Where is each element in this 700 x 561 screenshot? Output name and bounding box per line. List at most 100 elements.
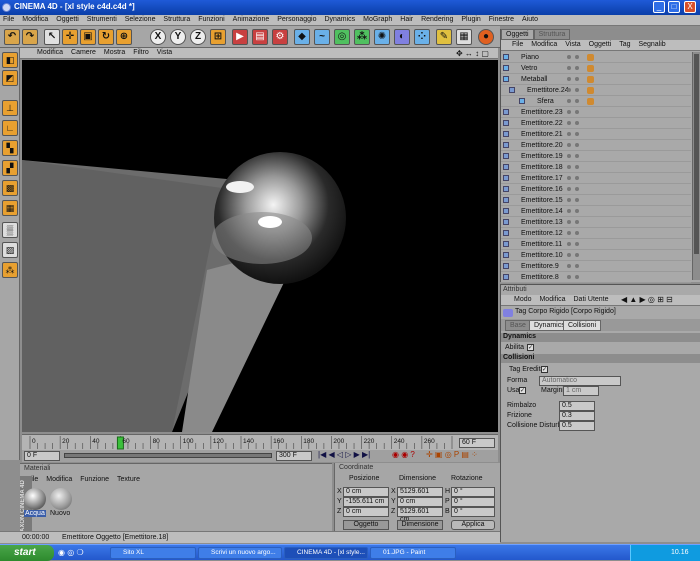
material-acqua-preview[interactable] bbox=[24, 488, 46, 510]
end-frame-field[interactable]: 300 F bbox=[276, 451, 312, 461]
obj-menu-vista[interactable]: Vista bbox=[562, 40, 583, 49]
sculpt-icon[interactable]: ⁂ bbox=[2, 262, 18, 278]
scene-icon[interactable]: ⁘ bbox=[414, 29, 430, 45]
render-dot[interactable] bbox=[575, 264, 579, 268]
render-dot[interactable] bbox=[575, 275, 579, 279]
vp-menu-vista[interactable]: Vista bbox=[154, 48, 175, 57]
apply-button[interactable]: Applica bbox=[451, 520, 495, 530]
z-axis-icon[interactable]: Z bbox=[190, 29, 206, 45]
pos-x-field[interactable]: 0 cm bbox=[343, 487, 389, 497]
rot-b-field[interactable]: 0 ° bbox=[451, 507, 495, 517]
scale-icon[interactable]: ▣ bbox=[80, 29, 96, 45]
close-button[interactable]: X bbox=[684, 1, 696, 13]
deformer-icon[interactable]: ◐ bbox=[394, 29, 410, 45]
object-row[interactable]: Emettitore.24 bbox=[501, 85, 691, 96]
move-icon[interactable]: ✛ bbox=[62, 29, 78, 45]
visibility-dot[interactable] bbox=[567, 231, 571, 235]
visibility-dot[interactable] bbox=[567, 198, 571, 202]
render-dot[interactable] bbox=[575, 99, 579, 103]
render-dot[interactable] bbox=[575, 165, 579, 169]
visibility-dot[interactable] bbox=[567, 242, 571, 246]
key-tools-icon[interactable]: ✛ ▣ ◎ P ▤ ⁘ bbox=[426, 450, 478, 459]
particle-icon[interactable]: ✺ bbox=[374, 29, 390, 45]
render-dot[interactable] bbox=[575, 187, 579, 191]
rot-h-field[interactable]: 0 ° bbox=[451, 487, 495, 497]
object-row[interactable]: Piano bbox=[501, 52, 691, 63]
tag-eredita-checkbox[interactable]: ✓ bbox=[541, 366, 548, 373]
material-nuovo-preview[interactable] bbox=[50, 488, 72, 510]
menu-struttura[interactable]: Struttura bbox=[160, 15, 193, 24]
obj-menu-segnalib[interactable]: Segnalib bbox=[635, 40, 668, 49]
menu-file[interactable]: File bbox=[0, 15, 17, 24]
visibility-dot[interactable] bbox=[567, 99, 571, 103]
menu-rendering[interactable]: Rendering bbox=[418, 15, 456, 24]
edges-mode-icon[interactable]: ▞ bbox=[2, 160, 18, 176]
viewport-nav-icon[interactable]: ✥ ↔ ↕ ▢ bbox=[456, 49, 489, 58]
light-icon[interactable]: ✎ bbox=[436, 29, 452, 45]
render-picture-icon[interactable]: ▤ bbox=[252, 29, 268, 45]
render-settings-icon[interactable]: ⚙ bbox=[272, 29, 288, 45]
menu-plugin[interactable]: Plugin bbox=[458, 15, 483, 24]
visibility-dot[interactable] bbox=[567, 55, 571, 59]
visibility-dot[interactable] bbox=[567, 176, 571, 180]
menu-hair[interactable]: Hair bbox=[397, 15, 416, 24]
task-paint[interactable]: 01.JPG - Paint bbox=[370, 547, 456, 559]
mat-menu-texture[interactable]: Texture bbox=[114, 475, 143, 484]
points-mode-icon[interactable]: ▚ bbox=[2, 140, 18, 156]
tweak-icon[interactable]: ▨ bbox=[2, 242, 18, 258]
object-row[interactable]: Emettitore.10 bbox=[501, 250, 691, 261]
render-dot[interactable] bbox=[575, 220, 579, 224]
attr-menu-modo[interactable]: Modo bbox=[511, 295, 535, 304]
object-row[interactable]: Emettitore.8 bbox=[501, 272, 691, 283]
render-dot[interactable] bbox=[575, 209, 579, 213]
object-mode-icon[interactable]: ◩ bbox=[2, 70, 18, 86]
vp-menu-modifica[interactable]: Modifica bbox=[34, 48, 66, 57]
obj-menu-file[interactable]: File bbox=[509, 40, 526, 49]
texture-mode-icon[interactable]: ∟ bbox=[2, 120, 18, 136]
attr-menu-modifica[interactable]: Modifica bbox=[536, 295, 568, 304]
visibility-dot[interactable] bbox=[567, 264, 571, 268]
mode-select[interactable]: Oggetto bbox=[343, 520, 389, 530]
mat-menu-funzione[interactable]: Funzione bbox=[77, 475, 112, 484]
abilita-checkbox[interactable]: ✓ bbox=[527, 344, 534, 351]
object-row[interactable]: Emettitore.15 bbox=[501, 195, 691, 206]
object-row[interactable]: Emettitore.20 bbox=[501, 140, 691, 151]
x-axis-icon[interactable]: X bbox=[150, 29, 166, 45]
menu-modifica[interactable]: Modifica bbox=[19, 15, 51, 24]
record-icon[interactable]: ● bbox=[478, 29, 494, 45]
3d-viewport[interactable] bbox=[22, 60, 498, 432]
visibility-dot[interactable] bbox=[567, 77, 571, 81]
task-cinema4d[interactable]: CINEMA 4D - [xl style... bbox=[284, 547, 368, 559]
object-row[interactable]: Emettitore.22 bbox=[501, 118, 691, 129]
objects-scrollbar[interactable] bbox=[692, 52, 700, 280]
visibility-dot[interactable] bbox=[567, 154, 571, 158]
collisione-disturbo-field[interactable]: 0.5 bbox=[559, 421, 595, 431]
margini-field[interactable]: 1 cm bbox=[563, 386, 599, 396]
material-nuovo-label[interactable]: Nuovo bbox=[50, 510, 70, 517]
object-row[interactable]: Emettitore.9 bbox=[501, 261, 691, 272]
menu-oggetti[interactable]: Oggetti bbox=[53, 15, 82, 24]
object-row[interactable]: Vetro bbox=[501, 63, 691, 74]
playback-controls-icon[interactable]: |◀ ◀ ◁ ▷ ▶ ▶| bbox=[318, 450, 370, 459]
quicklaunch-icons[interactable]: ◉ ◎ ❍ bbox=[58, 548, 84, 557]
render-dot[interactable] bbox=[575, 154, 579, 158]
redo-icon[interactable]: ↷ bbox=[22, 29, 38, 45]
menu-selezione[interactable]: Selezione bbox=[122, 15, 159, 24]
object-tag-icon[interactable] bbox=[587, 54, 594, 61]
maximize-button[interactable]: □ bbox=[668, 1, 680, 13]
visibility-dot[interactable] bbox=[567, 66, 571, 70]
object-row[interactable]: Emettitore.13 bbox=[501, 217, 691, 228]
camera-icon[interactable]: ▦ bbox=[456, 29, 472, 45]
attr-nav-icon[interactable]: ◀ ▲ ▶ ◎ ⊞ ⊟ bbox=[621, 295, 673, 304]
vp-menu-mostra[interactable]: Mostra bbox=[101, 48, 128, 57]
render-dot[interactable] bbox=[575, 66, 579, 70]
start-button[interactable]: start bbox=[0, 545, 54, 561]
spline-icon[interactable]: ~ bbox=[314, 29, 330, 45]
render-view-icon[interactable]: ▶ bbox=[232, 29, 248, 45]
menu-personaggio[interactable]: Personaggio bbox=[274, 15, 319, 24]
object-row[interactable]: Emettitore.11 bbox=[501, 239, 691, 250]
obj-menu-tag[interactable]: Tag bbox=[616, 40, 633, 49]
render-dot[interactable] bbox=[575, 231, 579, 235]
object-row[interactable]: Emettitore.21 bbox=[501, 129, 691, 140]
dim-z-field[interactable]: 5129.601 cm bbox=[397, 507, 443, 523]
